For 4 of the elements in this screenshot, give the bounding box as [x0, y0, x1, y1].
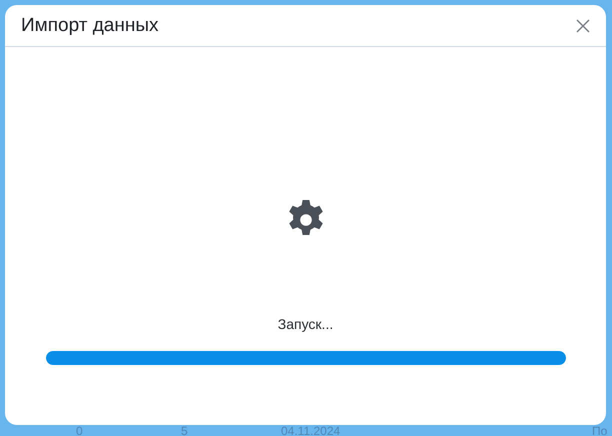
- status-text: Запуск...: [278, 316, 334, 332]
- close-icon: [576, 18, 590, 32]
- close-button[interactable]: [574, 16, 592, 34]
- dialog-title: Импорт данных: [21, 14, 158, 36]
